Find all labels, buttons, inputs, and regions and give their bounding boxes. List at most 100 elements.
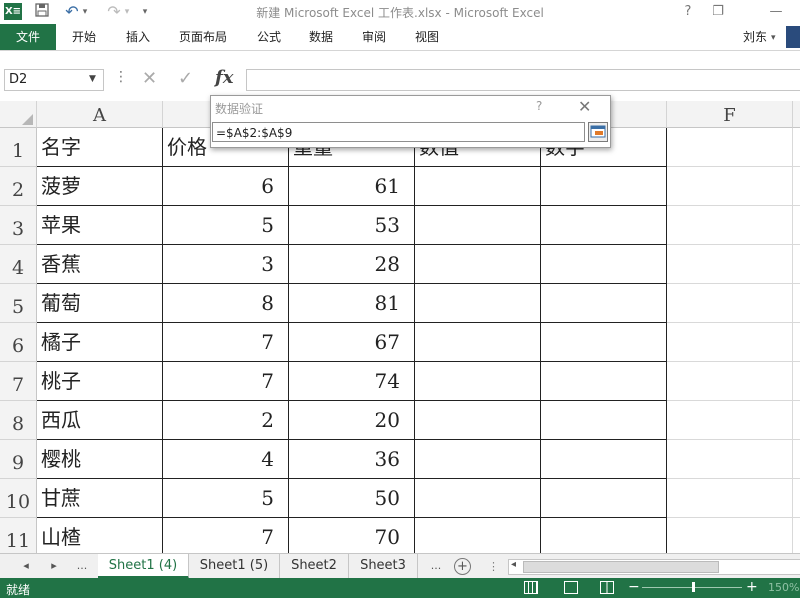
cell-a6[interactable]: 橘子 bbox=[37, 323, 163, 362]
cell-b5[interactable]: 8 bbox=[163, 284, 289, 323]
sheet-tab-2[interactable]: Sheet1 (5) bbox=[189, 554, 280, 578]
cell-g9[interactable] bbox=[793, 440, 800, 479]
page-layout-view-icon[interactable] bbox=[564, 581, 578, 594]
cell-c3[interactable]: 53 bbox=[289, 206, 415, 245]
row-header[interactable]: 3 bbox=[0, 206, 37, 245]
cell-g11[interactable] bbox=[793, 518, 800, 553]
row-header[interactable]: 10 bbox=[0, 479, 37, 518]
cell-f5[interactable] bbox=[667, 284, 793, 323]
cell-f9[interactable] bbox=[667, 440, 793, 479]
user-name[interactable]: 刘东 bbox=[743, 24, 767, 50]
cell-c4[interactable]: 28 bbox=[289, 245, 415, 284]
cell-g2[interactable] bbox=[793, 167, 800, 206]
cell-d5[interactable] bbox=[415, 284, 541, 323]
cell-d8[interactable] bbox=[415, 401, 541, 440]
tab-page-layout[interactable]: 页面布局 bbox=[179, 24, 227, 50]
cell-a1[interactable]: 名字 bbox=[37, 128, 163, 167]
cell-b10[interactable]: 5 bbox=[163, 479, 289, 518]
row-header[interactable]: 2 bbox=[0, 167, 37, 206]
zoom-out-icon[interactable]: − bbox=[628, 579, 640, 595]
cell-g10[interactable] bbox=[793, 479, 800, 518]
source-range-input[interactable]: =$A$2:$A$9 bbox=[212, 122, 585, 142]
cell-e7[interactable] bbox=[541, 362, 667, 401]
cell-f4[interactable] bbox=[667, 245, 793, 284]
cell-c11[interactable]: 70 bbox=[289, 518, 415, 553]
cell-g5[interactable] bbox=[793, 284, 800, 323]
cell-b9[interactable]: 4 bbox=[163, 440, 289, 479]
cell-e6[interactable] bbox=[541, 323, 667, 362]
scroll-left-icon[interactable]: ◂ bbox=[511, 559, 516, 570]
cell-f8[interactable] bbox=[667, 401, 793, 440]
user-dropdown-icon[interactable]: ▾ bbox=[771, 33, 776, 43]
cell-d7[interactable] bbox=[415, 362, 541, 401]
cell-f10[interactable] bbox=[667, 479, 793, 518]
cell-c9[interactable]: 36 bbox=[289, 440, 415, 479]
more-sheets-right[interactable]: ... bbox=[426, 554, 446, 578]
cell-c5[interactable]: 81 bbox=[289, 284, 415, 323]
cell-d10[interactable] bbox=[415, 479, 541, 518]
help-button[interactable]: ? bbox=[676, 3, 700, 21]
sheet-tab-4[interactable]: Sheet3 bbox=[349, 554, 418, 578]
cell-b8[interactable]: 2 bbox=[163, 401, 289, 440]
row-header[interactable]: 1 bbox=[0, 128, 37, 167]
cell-f3[interactable] bbox=[667, 206, 793, 245]
cell-a11[interactable]: 山楂 bbox=[37, 518, 163, 553]
cell-c6[interactable]: 67 bbox=[289, 323, 415, 362]
cell-a3[interactable]: 苹果 bbox=[37, 206, 163, 245]
cell-a7[interactable]: 桃子 bbox=[37, 362, 163, 401]
row-header[interactable]: 6 bbox=[0, 323, 37, 362]
cell-e3[interactable] bbox=[541, 206, 667, 245]
cell-g3[interactable] bbox=[793, 206, 800, 245]
cell-c10[interactable]: 50 bbox=[289, 479, 415, 518]
cell-d6[interactable] bbox=[415, 323, 541, 362]
ribbon-display-options-icon[interactable]: ❐ bbox=[706, 3, 730, 21]
row-header[interactable]: 8 bbox=[0, 401, 37, 440]
more-sheets-left[interactable]: ... bbox=[72, 554, 92, 578]
prev-sheet-icon[interactable]: ◂ bbox=[16, 554, 36, 578]
avatar[interactable] bbox=[786, 26, 800, 48]
dialog-close-button[interactable]: ✕ bbox=[578, 97, 591, 116]
new-sheet-button[interactable]: + bbox=[454, 558, 471, 575]
cell-a9[interactable]: 樱桃 bbox=[37, 440, 163, 479]
cell-e5[interactable] bbox=[541, 284, 667, 323]
zoom-slider[interactable] bbox=[642, 582, 742, 592]
column-header-g[interactable] bbox=[793, 101, 800, 128]
cell-e4[interactable] bbox=[541, 245, 667, 284]
cell-a4[interactable]: 香蕉 bbox=[37, 245, 163, 284]
cell-d2[interactable] bbox=[415, 167, 541, 206]
tab-home[interactable]: 开始 bbox=[72, 24, 96, 50]
tab-view[interactable]: 视图 bbox=[415, 24, 439, 50]
more-dots-icon[interactable]: ⋮ bbox=[114, 69, 128, 85]
dialog-help-button[interactable]: ? bbox=[536, 99, 542, 113]
row-header[interactable]: 7 bbox=[0, 362, 37, 401]
tab-formulas[interactable]: 公式 bbox=[257, 24, 281, 50]
cell-e2[interactable] bbox=[541, 167, 667, 206]
sheet-tab-1[interactable]: Sheet1 (4) bbox=[98, 554, 189, 579]
cell-g6[interactable] bbox=[793, 323, 800, 362]
zoom-level[interactable]: 150% bbox=[768, 581, 799, 594]
cell-d4[interactable] bbox=[415, 245, 541, 284]
chevron-down-icon[interactable]: ▼ bbox=[89, 74, 96, 84]
cell-c8[interactable]: 20 bbox=[289, 401, 415, 440]
cell-g8[interactable] bbox=[793, 401, 800, 440]
cell-e9[interactable] bbox=[541, 440, 667, 479]
tab-insert[interactable]: 插入 bbox=[126, 24, 150, 50]
cell-b11[interactable]: 7 bbox=[163, 518, 289, 553]
cell-g4[interactable] bbox=[793, 245, 800, 284]
cell-a2[interactable]: 菠萝 bbox=[37, 167, 163, 206]
tab-review[interactable]: 审阅 bbox=[362, 24, 386, 50]
cell-f1[interactable] bbox=[667, 128, 793, 167]
formula-input[interactable] bbox=[246, 69, 800, 91]
column-header-a[interactable]: A bbox=[37, 101, 163, 128]
minimize-button[interactable]: — bbox=[764, 3, 788, 21]
insert-function-icon[interactable]: fx bbox=[215, 67, 233, 88]
page-break-view-icon[interactable] bbox=[600, 581, 614, 594]
zoom-in-icon[interactable]: + bbox=[746, 579, 758, 595]
cell-c2[interactable]: 61 bbox=[289, 167, 415, 206]
cell-a5[interactable]: 葡萄 bbox=[37, 284, 163, 323]
zoom-slider-thumb[interactable] bbox=[692, 582, 695, 592]
cell-f11[interactable] bbox=[667, 518, 793, 553]
cell-g7[interactable] bbox=[793, 362, 800, 401]
cell-b6[interactable]: 7 bbox=[163, 323, 289, 362]
tab-split-handle[interactable]: ⋮ bbox=[488, 560, 499, 573]
